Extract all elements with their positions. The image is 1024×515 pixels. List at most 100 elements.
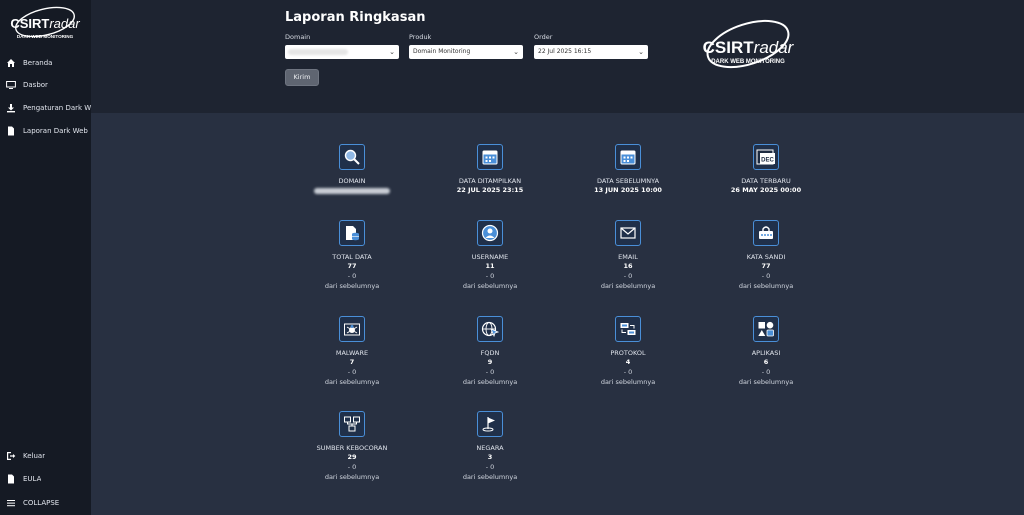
sidebar-item-label: Dasbor xyxy=(23,81,48,89)
stat-title: DATA SEBELUMNYA xyxy=(596,177,660,185)
stat-title: EMAIL xyxy=(618,253,638,261)
stat-title: APLIKASI xyxy=(751,349,781,357)
domain-select[interactable]: ⌄ xyxy=(285,45,399,59)
calendar-icon xyxy=(615,144,641,170)
stat-negara: NEGARA 3 - 0 dari sebelumnya xyxy=(430,411,550,482)
sidebar-item-laporan[interactable]: Laporan Dark Web xyxy=(0,120,91,142)
summary-data-terbaru: DEC DATA TERBARU 26 MAY 2025 00:00 xyxy=(706,144,826,195)
domain-value-redacted xyxy=(288,49,348,55)
stat-title: NEGARA xyxy=(476,444,504,452)
produk-value: Domain Monitoring xyxy=(413,48,471,55)
calendar-icon xyxy=(477,144,503,170)
stat-username: USERNAME 11 - 0 dari sebelumnya xyxy=(430,220,550,291)
stat-delta: - 0 xyxy=(623,368,633,376)
monitor-icon xyxy=(6,80,16,90)
produk-label: Produk xyxy=(409,33,432,41)
stat-title: FQDN xyxy=(480,349,500,357)
stat-delta: - 0 xyxy=(347,463,357,471)
document-icon xyxy=(6,126,16,136)
stat-note: dari sebelumnya xyxy=(324,378,380,386)
stat-value xyxy=(292,186,412,197)
stat-value: 22 JUL 2025 23:15 xyxy=(456,186,524,194)
stat-value: 11 xyxy=(485,262,495,270)
stat-value: 77 xyxy=(761,262,771,270)
home-icon xyxy=(6,58,16,68)
stat-note: dari sebelumnya xyxy=(600,378,656,386)
summary-data-ditampilkan: DATA DITAMPILKAN 22 JUL 2025 23:15 xyxy=(430,144,550,195)
logout-icon xyxy=(6,451,16,461)
brand-logo-large: CSIRTradar DARK WEB MONITORING xyxy=(703,19,795,69)
domain-redacted xyxy=(314,188,390,194)
sidebar-item-label: Beranda xyxy=(23,59,53,67)
brand-logo[interactable]: CSIRTradar DARK WEB MONITORING xyxy=(8,4,82,46)
produk-select[interactable]: Domain Monitoring ⌄ xyxy=(409,45,523,59)
stat-value: 29 xyxy=(347,453,357,461)
stat-value: 13 JUN 2025 10:00 xyxy=(594,186,662,194)
globe-icon xyxy=(477,316,503,342)
stat-delta: - 0 xyxy=(485,368,495,376)
submit-button[interactable]: Kirim xyxy=(285,69,319,86)
stat-value: 9 xyxy=(487,358,493,366)
sidebar-item-label: EULA xyxy=(23,475,42,483)
stat-value: 26 MAY 2025 00:00 xyxy=(730,186,802,194)
stat-note: dari sebelumnya xyxy=(324,282,380,290)
page-title: Laporan Ringkasan xyxy=(285,10,426,25)
svg-text:DEC: DEC xyxy=(761,158,774,164)
stat-delta: - 0 xyxy=(347,272,357,280)
stat-delta: - 0 xyxy=(761,272,771,280)
stat-aplikasi: APLIKASI 6 - 0 dari sebelumnya xyxy=(706,316,826,387)
summary-data-sebelumnya: DATA SEBELUMNYA 13 JUN 2025 10:00 xyxy=(568,144,688,195)
email-icon xyxy=(615,220,641,246)
stat-kata-sandi: KATA SANDI 77 - 0 dari sebelumnya xyxy=(706,220,826,291)
stat-title: MALWARE xyxy=(335,349,369,357)
download-icon xyxy=(6,103,16,113)
stat-value: 16 xyxy=(623,262,633,270)
stat-total-data: TOTAL DATA 77 - 0 dari sebelumnya xyxy=(292,220,412,291)
chevron-down-icon: ⌄ xyxy=(389,48,395,56)
stat-malware: MALWARE 7 - 0 dari sebelumnya xyxy=(292,316,412,387)
flag-icon xyxy=(477,411,503,437)
stat-delta: - 0 xyxy=(485,272,495,280)
stat-value: 77 xyxy=(347,262,357,270)
stat-email: EMAIL 16 - 0 dari sebelumnya xyxy=(568,220,688,291)
document-icon xyxy=(6,474,16,484)
stat-note: dari sebelumnya xyxy=(738,282,794,290)
report-header: Laporan Ringkasan Domain ⌄ Produk Domain… xyxy=(91,0,1024,113)
chevron-down-icon: ⌄ xyxy=(638,48,644,56)
protocol-icon xyxy=(615,316,641,342)
sidebar-item-label: Laporan Dark Web xyxy=(23,127,88,135)
sidebar-item-label: COLLAPSE xyxy=(23,499,60,507)
stat-note: dari sebelumnya xyxy=(324,473,380,481)
stat-value: 7 xyxy=(349,358,355,366)
sidebar-item-keluar[interactable]: Keluar xyxy=(0,445,91,467)
app-root: CSIRTradar DARK WEB MONITORING Beranda D… xyxy=(0,0,1024,515)
calendar-dec-icon: DEC xyxy=(753,144,779,170)
stat-title: DOMAIN xyxy=(338,177,366,185)
stat-delta: - 0 xyxy=(347,368,357,376)
stat-delta: - 0 xyxy=(623,272,633,280)
sidebar-collapse-button[interactable]: COLLAPSE xyxy=(0,492,91,514)
sidebar-item-pengaturan[interactable]: Pengaturan Dark Web xyxy=(0,97,91,119)
search-icon xyxy=(339,144,365,170)
order-value: 22 Jul 2025 16:15 xyxy=(538,48,592,55)
stat-value: 6 xyxy=(763,358,769,366)
stat-delta: - 0 xyxy=(761,368,771,376)
stat-title: TOTAL DATA xyxy=(332,253,372,261)
stat-fqdn: FQDN 9 - 0 dari sebelumnya xyxy=(430,316,550,387)
sidebar-item-dasbor[interactable]: Dasbor xyxy=(0,74,91,96)
stat-protokol: PROTOKOL 4 - 0 dari sebelumnya xyxy=(568,316,688,387)
stat-note: dari sebelumnya xyxy=(600,282,656,290)
database-icon xyxy=(339,220,365,246)
sidebar-item-beranda[interactable]: Beranda xyxy=(0,52,91,74)
stat-note: dari sebelumnya xyxy=(462,282,518,290)
stat-sumber-kebocoran: SUMBER KEBOCORAN 29 - 0 dari sebelumnya xyxy=(292,411,412,482)
stat-value: 3 xyxy=(487,453,493,461)
svg-text:CSIRTradar: CSIRTradar xyxy=(703,38,795,57)
stat-title: SUMBER KEBOCORAN xyxy=(316,444,388,452)
svg-text:DARK WEB MONITORING: DARK WEB MONITORING xyxy=(17,34,74,39)
stat-title: USERNAME xyxy=(471,253,509,261)
order-select[interactable]: 22 Jul 2025 16:15 ⌄ xyxy=(534,45,648,59)
user-icon xyxy=(477,220,503,246)
sidebar-item-eula[interactable]: EULA xyxy=(0,468,91,490)
svg-text:DARK WEB MONITORING: DARK WEB MONITORING xyxy=(711,59,785,65)
